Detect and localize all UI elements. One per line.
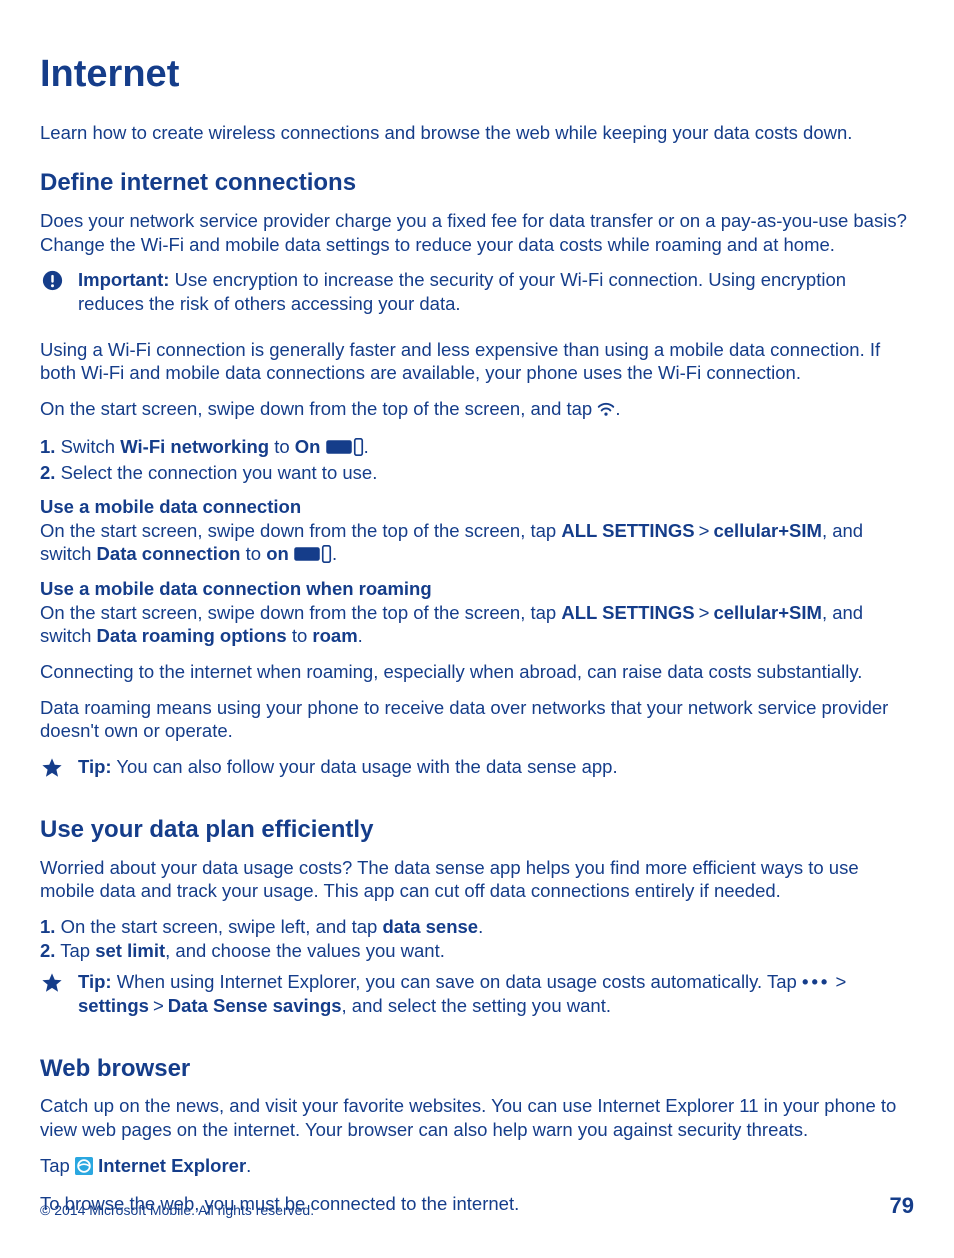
copyright-text: © 2014 Microsoft Mobile. All rights rese…: [40, 1202, 314, 1220]
roaming-text: On the start screen, swipe down from the…: [40, 601, 914, 648]
tip-star-icon: [41, 972, 63, 1000]
section1-para3: Connecting to the internet when roaming,…: [40, 660, 914, 684]
section1-para1: Does your network service provider charg…: [40, 209, 914, 256]
document-page: Internet Learn how to create wireless co…: [0, 0, 954, 1216]
section2-step2: 2. Tap set limit, and choose the values …: [40, 939, 914, 963]
wifi-icon: [597, 399, 615, 423]
tip1-text: Tip: You can also follow your data usage…: [78, 755, 914, 779]
important-label: Important:: [78, 269, 169, 290]
page-title: Internet: [40, 50, 914, 99]
page-number: 79: [890, 1192, 914, 1220]
more-icon: •••: [802, 971, 830, 992]
section3-para1: Catch up on the news, and visit your fav…: [40, 1094, 914, 1141]
page-footer: © 2014 Microsoft Mobile. All rights rese…: [40, 1192, 914, 1220]
section1-para4: Data roaming means using your phone to r…: [40, 696, 914, 743]
section3-tap: Tap Internet Explorer.: [40, 1154, 914, 1181]
section-dataplan-heading: Use your data plan efficiently: [40, 815, 914, 846]
section-webbrowser-heading: Web browser: [40, 1054, 914, 1085]
important-icon: [42, 270, 63, 297]
section2-step1: 1. On the start screen, swipe left, and …: [40, 915, 914, 939]
toggle-on-icon: [294, 545, 332, 569]
section-define-heading: Define internet connections: [40, 168, 914, 199]
section1-step2: 2. Select the connection you want to use…: [40, 461, 914, 485]
important-text: Important: Use encryption to increase th…: [78, 268, 914, 315]
tip-star-icon: [41, 757, 63, 785]
roaming-subhead: Use a mobile data connection when roamin…: [40, 577, 914, 601]
intro-paragraph: Learn how to create wireless connections…: [40, 121, 914, 145]
section1-start: On the start screen, swipe down from the…: [40, 397, 914, 423]
tip1-callout: Tip: You can also follow your data usage…: [40, 755, 914, 791]
section1-step1: 1. Switch Wi-Fi networking to On .: [40, 435, 914, 462]
tip2-callout: Tip: When using Internet Explorer, you c…: [40, 970, 914, 1029]
section2-para1: Worried about your data usage costs? The…: [40, 856, 914, 903]
ie-icon: [75, 1157, 93, 1181]
tip2-text: Tip: When using Internet Explorer, you c…: [78, 970, 914, 1017]
use-mobile-data-subhead: Use a mobile data connection: [40, 495, 914, 519]
use-mobile-data-text: On the start screen, swipe down from the…: [40, 519, 914, 569]
important-callout: Important: Use encryption to increase th…: [40, 268, 914, 327]
toggle-on-icon: [326, 438, 364, 462]
section1-para2: Using a Wi-Fi connection is generally fa…: [40, 338, 914, 385]
